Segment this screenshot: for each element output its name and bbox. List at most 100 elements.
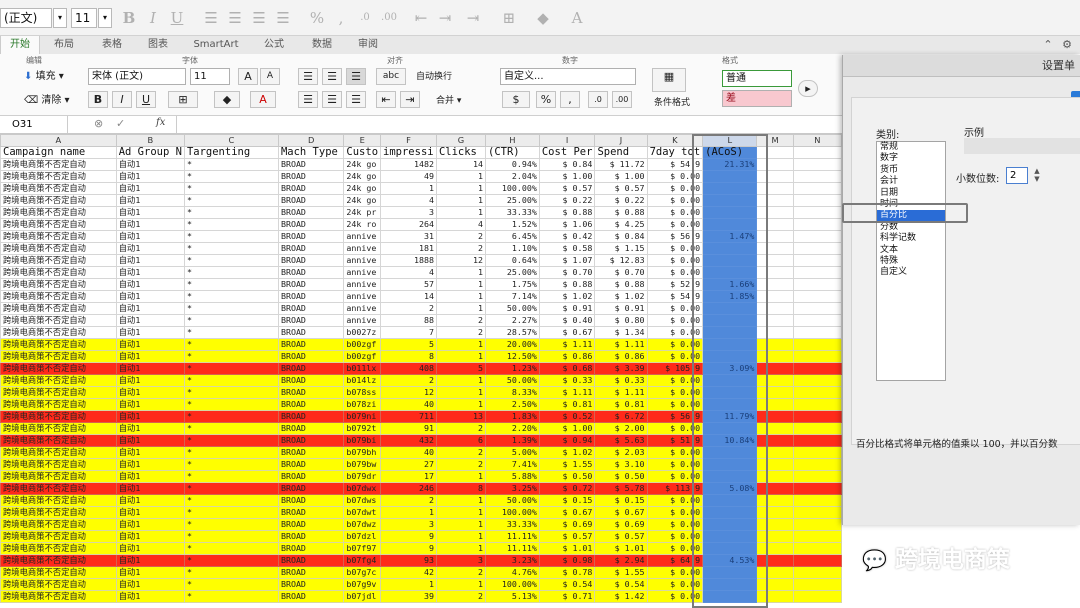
percent-style-icon[interactable]: % xyxy=(306,7,328,29)
cell[interactable]: 100.00% xyxy=(485,506,540,519)
cell[interactable]: 自动1 xyxy=(115,494,185,507)
cell[interactable]: BROAD xyxy=(277,458,345,471)
indent-icon[interactable]: ⇥ xyxy=(462,7,484,29)
cell[interactable]: b078ss xyxy=(343,386,382,399)
align-bottom-button[interactable]: ☰ xyxy=(346,68,366,85)
cell[interactable]: * xyxy=(183,218,279,231)
cell[interactable]: * xyxy=(183,266,279,279)
cell[interactable]: * xyxy=(183,290,279,303)
cell[interactable]: b0027z xyxy=(343,326,382,339)
cell[interactable]: 27 xyxy=(380,458,437,471)
ribbon-font-size-select[interactable]: 11 xyxy=(190,68,230,85)
cell[interactable]: $ 6.72 xyxy=(594,410,648,423)
tab-home[interactable]: 开始 xyxy=(0,36,40,54)
cell[interactable]: 1 xyxy=(435,494,487,507)
cell[interactable]: BROAD xyxy=(277,446,345,459)
column-header[interactable]: G xyxy=(435,134,487,147)
cell[interactable]: 跨境电商策不否定自动 xyxy=(0,554,117,567)
bold-icon[interactable]: B xyxy=(118,7,140,29)
cell[interactable]: 24k go xyxy=(343,158,382,171)
increase-indent-icon[interactable]: ⇥ xyxy=(434,7,456,29)
cell[interactable]: 自动1 xyxy=(115,254,185,267)
cell[interactable]: b0792t xyxy=(343,422,382,435)
cell[interactable]: * xyxy=(183,410,279,423)
cell[interactable]: $ 0.57 xyxy=(538,182,596,195)
cell[interactable]: annive xyxy=(343,290,382,303)
borders-button[interactable]: ⊞ xyxy=(168,91,198,108)
cell[interactable] xyxy=(792,194,842,207)
cell[interactable]: $ 0.57 xyxy=(594,530,648,543)
cell[interactable]: $ 0.15 xyxy=(594,494,648,507)
category-item[interactable]: 分数 xyxy=(877,222,945,233)
cell[interactable]: * xyxy=(183,374,279,387)
category-item[interactable]: 文本 xyxy=(877,245,945,256)
cell[interactable]: $ 1.34 xyxy=(594,326,648,339)
settings-gear-icon[interactable]: ⚙ xyxy=(1058,36,1076,54)
cell[interactable]: 自动1 xyxy=(115,542,185,555)
cell[interactable]: 自动1 xyxy=(115,470,185,483)
font-name-dropdown-icon[interactable]: ▾ xyxy=(53,8,67,28)
cell[interactable]: 1 xyxy=(435,290,487,303)
cell[interactable]: BROAD xyxy=(277,398,345,411)
cell[interactable]: 1 xyxy=(435,470,487,483)
italic-button[interactable]: I xyxy=(112,91,132,108)
align-center-button[interactable]: ☰ xyxy=(322,91,342,108)
decimals-input[interactable]: 2 xyxy=(1006,167,1028,184)
tab-tables[interactable]: 表格 xyxy=(90,36,134,54)
cell[interactable]: $ 0.52 xyxy=(538,410,596,423)
cell[interactable]: * xyxy=(183,386,279,399)
cell[interactable]: 跨境电商策不否定自动 xyxy=(0,290,117,303)
cell[interactable]: 自动1 xyxy=(115,206,185,219)
cell[interactable]: 14 xyxy=(380,290,437,303)
cell[interactable]: 9 xyxy=(380,530,437,543)
cell[interactable]: b07g7c xyxy=(343,566,382,579)
fill-color-icon[interactable]: ◆ xyxy=(532,7,554,29)
cell[interactable]: 24k go xyxy=(343,194,382,207)
cell[interactable]: $ 1.01 xyxy=(538,542,596,555)
cell[interactable]: $ 2.00 xyxy=(594,422,648,435)
cell[interactable]: BROAD xyxy=(277,182,345,195)
decrease-decimal-button[interactable]: .00 xyxy=(612,91,632,108)
cell[interactable]: 2 xyxy=(435,242,487,255)
underline-icon[interactable]: U xyxy=(166,7,188,29)
cell[interactable]: b078zi xyxy=(343,398,382,411)
cell[interactable]: * xyxy=(183,494,279,507)
cell[interactable]: BROAD xyxy=(277,362,345,375)
cell[interactable]: 2.50% xyxy=(485,398,540,411)
cell[interactable]: 12.50% xyxy=(485,350,540,363)
cell[interactable]: 40 xyxy=(380,398,437,411)
category-item[interactable]: 货币 xyxy=(877,165,945,176)
header-cell[interactable]: Custo xyxy=(343,146,382,159)
align-center-icon[interactable]: ☰ xyxy=(224,7,246,29)
cell[interactable]: * xyxy=(183,422,279,435)
ribbon-font-name-select[interactable]: 宋体 (正文) xyxy=(88,68,186,85)
cell[interactable] xyxy=(792,494,842,507)
underline-button[interactable]: U xyxy=(136,91,156,108)
cell[interactable]: * xyxy=(183,566,279,579)
cell[interactable]: 2 xyxy=(380,374,437,387)
cell[interactable]: 跨境电商策不否定自动 xyxy=(0,386,117,399)
cell[interactable]: 自动1 xyxy=(115,518,185,531)
align-left-button[interactable]: ☰ xyxy=(298,91,318,108)
cell[interactable]: 2 xyxy=(380,302,437,315)
cell[interactable] xyxy=(792,542,842,555)
cell[interactable]: * xyxy=(183,326,279,339)
cell[interactable]: 自动1 xyxy=(115,578,185,591)
cell[interactable]: b00zgf xyxy=(343,338,382,351)
cell[interactable]: 4 xyxy=(380,194,437,207)
cell[interactable]: * xyxy=(183,350,279,363)
tab-smartart[interactable]: SmartArt xyxy=(188,36,244,54)
cell[interactable]: 1.75% xyxy=(485,278,540,291)
cell[interactable]: $ 1.00 xyxy=(538,422,596,435)
cell[interactable]: 1.23% xyxy=(485,362,540,375)
cell[interactable]: $ 0.86 xyxy=(538,350,596,363)
cell[interactable]: * xyxy=(183,458,279,471)
cell[interactable]: * xyxy=(183,242,279,255)
cell[interactable]: BROAD xyxy=(277,278,345,291)
cell[interactable]: 1.52% xyxy=(485,218,540,231)
cell[interactable]: * xyxy=(183,482,279,495)
cell[interactable]: $ 0.78 xyxy=(538,566,596,579)
cell[interactable]: 42 xyxy=(380,566,437,579)
cell[interactable]: 12 xyxy=(435,254,487,267)
cell[interactable]: $ 1.11 xyxy=(538,338,596,351)
